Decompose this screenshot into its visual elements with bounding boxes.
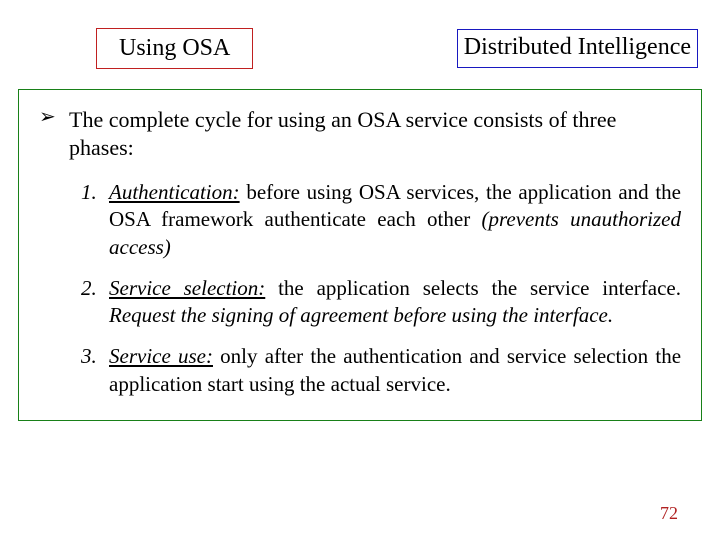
slide-title-box: Using OSA — [96, 28, 253, 69]
brand-box: Distributed Intelligence — [457, 29, 698, 68]
slide-title: Using OSA — [119, 35, 230, 61]
phase-name: Service use: — [109, 344, 213, 368]
phase-body: the application selects the service inte… — [265, 276, 681, 300]
phase-name: Authentication: — [109, 180, 240, 204]
phase-tail: Request the signing of agreement before … — [109, 303, 613, 327]
list-item: Service use: only after the authenticati… — [81, 343, 681, 398]
arrow-bullet-icon: ➢ — [39, 106, 57, 128]
content-box: ➢ The complete cycle for using an OSA se… — [18, 89, 702, 421]
brand-label: Distributed Intelligence — [464, 34, 691, 60]
intro-row: ➢ The complete cycle for using an OSA se… — [39, 106, 681, 161]
list-item: Authentication: before using OSA service… — [81, 179, 681, 261]
list-item: Service selection: the application selec… — [81, 275, 681, 330]
phase-list: Authentication: before using OSA service… — [81, 179, 681, 398]
header-row: Using OSA Distributed Intelligence — [0, 0, 720, 69]
phase-name: Service selection: — [109, 276, 265, 300]
page-number: 72 — [660, 503, 678, 524]
intro-text: The complete cycle for using an OSA serv… — [69, 106, 681, 161]
